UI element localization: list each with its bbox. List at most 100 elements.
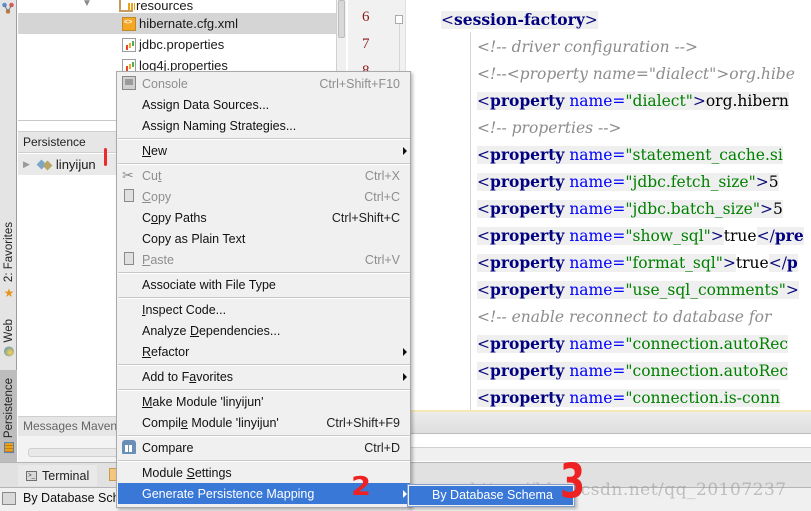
attr-name: name= (569, 362, 626, 380)
mnemonic: D (189, 323, 199, 338)
mnemonic: P (142, 252, 151, 267)
tag-name: property (490, 253, 565, 272)
menu-item-label: Inspect Code... (142, 302, 227, 317)
menu-item-assign-naming-strategies[interactable]: Assign Naming Strategies... (118, 115, 410, 136)
menu-item-analyze-dependencies[interactable]: Analyze Dependencies... (118, 320, 410, 341)
menu-item-compare[interactable]: Compare Ctrl+D (118, 437, 410, 458)
xml-comment: <!-- enable reconnect to database for (477, 308, 772, 326)
menu-item-label: Copy (142, 189, 172, 204)
code-line: <!-- enable reconnect to database for (477, 305, 771, 329)
tab-favorites[interactable]: ★ 2: Favorites (0, 216, 17, 306)
tab-terminal[interactable]: >_ Terminal (18, 465, 98, 486)
tag-bracket: < (477, 146, 490, 164)
menu-item-associate-with-file-type[interactable]: Associate with File Type (118, 274, 410, 295)
tag-name: property (490, 199, 565, 218)
attr-name: name= (569, 227, 626, 245)
menu-item-shortcut: Ctrl+V (364, 252, 400, 267)
tab-terminal-label: Terminal (42, 468, 90, 483)
indent-guide (470, 32, 471, 410)
tag-highlight: <session-factory> (441, 10, 598, 29)
code-line: <property name="statement_cache.si (477, 143, 783, 167)
menu-item-compile-module-linyijun[interactable]: Compile Module 'linyijun' Ctrl+Shift+F9 (118, 412, 410, 433)
menu-item-refactor[interactable]: Refactor (118, 341, 410, 362)
code-line: <property name="jdbc.batch_size">5 (477, 197, 783, 221)
menu-item-cut[interactable]: ✂ Cut Ctrl+X (118, 165, 410, 186)
editor-breadcrumb-bar (348, 410, 811, 434)
menu-item-label: Associate with File Type (142, 277, 276, 292)
tree-item-label: jdbc.properties (139, 37, 225, 52)
menu-item-label: Generate Persistence Mapping (142, 486, 315, 501)
menu-item-add-to-favorites[interactable]: Add to Favorites (118, 366, 410, 387)
tab-persistence-label: Persistence (2, 378, 15, 439)
menu-item-label: Cut (142, 168, 162, 183)
xml-file-icon (122, 16, 136, 31)
hierarchy-icon[interactable] (2, 2, 14, 14)
tag-bracket: < (477, 254, 490, 272)
menu-item-new[interactable]: New (118, 140, 410, 161)
tag-bracket: < (477, 389, 490, 407)
attr-value: "show_sql" (625, 227, 711, 245)
cut-icon: ✂ (122, 167, 134, 183)
menu-item-label: Analyze Dependencies... (142, 323, 281, 338)
code-line: <property name="jdbc.fetch_size">5 (477, 170, 779, 194)
submenu-arrow-icon (403, 348, 407, 356)
menu-item-inspect-code[interactable]: Inspect Code... (118, 299, 410, 320)
attr-value: "jdbc.batch_size" (625, 200, 760, 218)
module-icon (38, 159, 52, 171)
code-line: <!-- properties --> (477, 116, 622, 140)
tree-item-hibernate-cfg[interactable]: hibernate.cfg.xml (18, 13, 336, 34)
tag-bracket: < (477, 173, 490, 191)
menu-item-copy-paths[interactable]: Copy Paths Ctrl+Shift+C (118, 207, 410, 228)
property-value: 5 (772, 200, 783, 218)
attr-value: "connection.is-conn (625, 389, 780, 407)
tag-bracket: < (477, 227, 490, 245)
expand-arrow-icon[interactable]: ▶ (23, 159, 30, 170)
expand-arrow-icon[interactable]: ▼ (82, 0, 92, 9)
tab-persistence[interactable]: Persistence (0, 370, 17, 462)
menu-item-make-module-linyijun[interactable]: Make Module 'linyijun' (118, 391, 410, 412)
tag-name: property (490, 172, 565, 191)
web-globe-icon (3, 346, 14, 357)
menu-item-label: Assign Naming Strategies... (142, 118, 297, 133)
compare-icon (122, 440, 136, 454)
tree-item-jdbc-properties[interactable]: jdbc.properties (18, 34, 336, 55)
annotation-step-1 (104, 148, 107, 166)
code-line: <!-- driver configuration --> (477, 35, 698, 59)
attr-value: "connection.autoRec (625, 362, 789, 380)
menu-item-copy-as-plain-text[interactable]: Copy as Plain Text (118, 228, 410, 249)
code-editor[interactable]: <session-factory> <!-- driver configurati… (407, 0, 811, 410)
menu-item-paste[interactable]: Paste Ctrl+V (118, 249, 410, 270)
mnemonic: S (186, 465, 195, 480)
tag-name: property (490, 334, 565, 353)
xml-comment: <!-- properties --> (477, 119, 622, 137)
menu-item-console[interactable]: Console Ctrl+Shift+F10 (118, 73, 410, 94)
copy-icon (124, 189, 134, 202)
scrollbar-thumb[interactable] (338, 0, 345, 38)
menu-item-by-database-schema[interactable]: By Database Schema (409, 486, 573, 505)
tag-bracket: < (477, 362, 490, 380)
attr-name: name= (569, 200, 626, 218)
tag-name: property (490, 361, 565, 380)
attr-value: "statement_cache.si (625, 146, 783, 164)
editor-bottom-area (348, 410, 811, 462)
menu-item-copy[interactable]: Copy Ctrl+C (118, 186, 410, 207)
submenu-arrow-icon (403, 147, 407, 155)
mnemonic: C (142, 189, 152, 204)
menu-item-assign-data-sources[interactable]: Assign Data Sources... (118, 94, 410, 115)
tab-web-label: Web (2, 319, 15, 343)
menu-item-label: Compile Module 'linyijun' (142, 415, 279, 430)
code-line: <property name="format_sql">true</p (477, 251, 798, 275)
menu-item-shortcut: Ctrl+C (364, 189, 400, 204)
status-toggle-icon[interactable] (2, 492, 16, 505)
menu-item-label: Add to Favorites (142, 369, 234, 384)
fold-collapse-icon[interactable] (395, 15, 403, 24)
tag-bracket: > (584, 11, 598, 29)
attr-name: name= (569, 92, 626, 110)
tag-highlight: <property name="statement_cache.si (477, 145, 783, 164)
menu-item-shortcut: Ctrl+X (364, 168, 400, 183)
property-value: true (735, 254, 769, 272)
tab-web[interactable]: Web (0, 310, 17, 366)
tag-name: session-factory (454, 10, 585, 29)
line-number: 6 (362, 9, 370, 25)
status-text: By Database Sch (23, 491, 120, 505)
